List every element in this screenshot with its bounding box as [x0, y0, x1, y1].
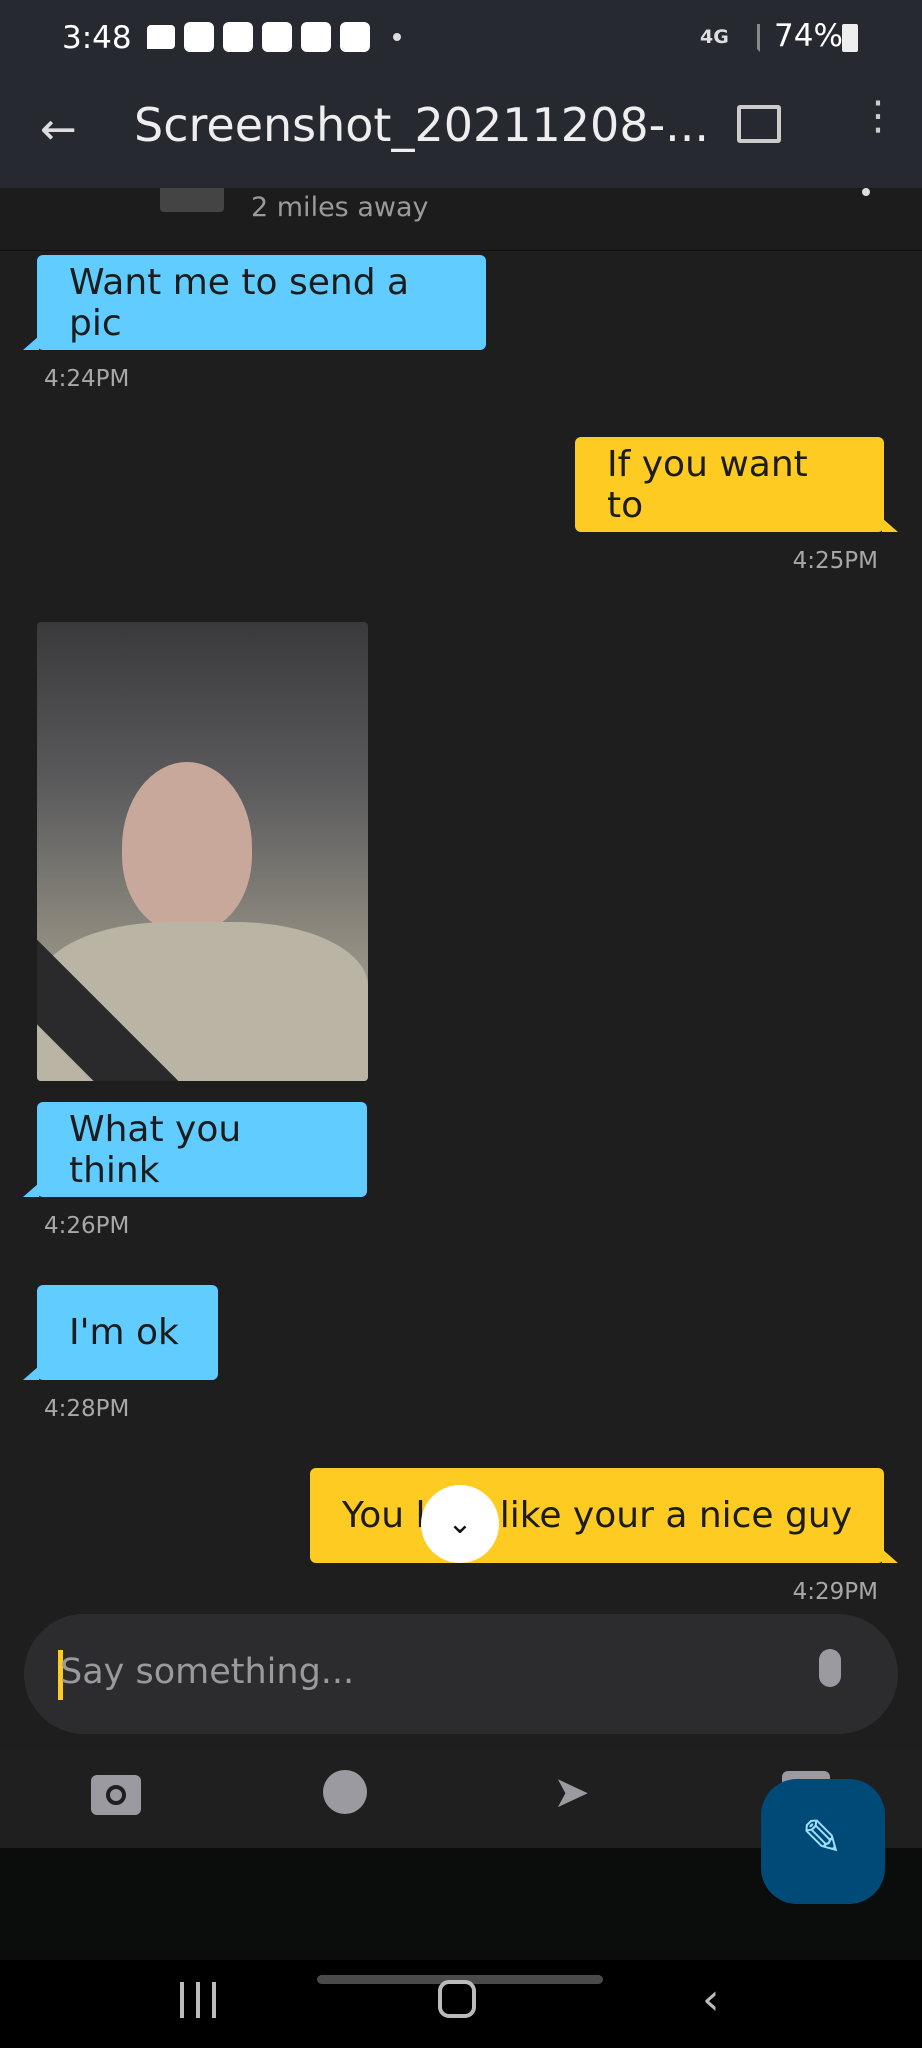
profile-menu-icon[interactable] [862, 188, 870, 196]
message-text: If you want to [607, 443, 808, 526]
recent-apps-icon[interactable] [180, 1982, 216, 2018]
compose-fab[interactable]: ✎ [761, 1779, 885, 1904]
message-bubble-incoming[interactable]: Want me to send a pic [23, 255, 486, 350]
profile-avatar[interactable] [160, 188, 224, 212]
message-text: like your a nice guy [499, 1495, 852, 1536]
camera-icon[interactable] [91, 1775, 141, 1815]
location-send-icon[interactable]: ➤ [553, 1770, 603, 1816]
scroll-to-bottom-button[interactable]: ⌄ [421, 1485, 499, 1563]
navigation-bar: ‹ [0, 1960, 922, 2048]
status-time: 3:48 [62, 20, 132, 56]
app-notification-icon [184, 22, 214, 52]
message-bubble-incoming[interactable]: What you think [23, 1102, 367, 1197]
back-nav-icon[interactable]: ‹ [702, 1974, 720, 2025]
input-placeholder: Say something... [60, 1652, 355, 1692]
back-arrow-icon[interactable]: ← [40, 104, 77, 155]
file-title: Screenshot_20211208-... [134, 98, 710, 152]
more-notifications-dot [393, 33, 402, 41]
home-icon[interactable] [438, 1980, 476, 2018]
message-text: I'm ok [69, 1312, 179, 1353]
app-notification-icon [340, 22, 370, 52]
more-options-icon[interactable]: ⋮ [858, 96, 898, 136]
message-bubble-incoming[interactable]: I'm ok [23, 1285, 218, 1380]
message-time: 4:24PM [44, 366, 130, 392]
battery-percent: 74% [774, 18, 843, 54]
profile-distance: 2 miles away [251, 192, 429, 223]
app-notification-icon [262, 22, 292, 52]
app-notification-icon [223, 22, 253, 52]
message-time: 4:25PM [792, 548, 878, 574]
signal-icon [738, 24, 760, 52]
chat-profile-header: 2 miles away [0, 188, 922, 251]
photo-face [122, 762, 252, 932]
emoji-icon[interactable] [323, 1770, 367, 1814]
comment-icon[interactable] [737, 105, 781, 143]
app-bar: ← Screenshot_20211208-... ⋮ [0, 90, 922, 188]
status-bar: 3:48 4G 74% [0, 0, 922, 90]
network-type: 4G [700, 26, 729, 48]
message-input[interactable]: Say something... [24, 1614, 898, 1734]
message-text: What you think [69, 1108, 242, 1191]
message-notification-icon [147, 25, 175, 49]
chevron-down-icon: ⌄ [447, 1506, 473, 1541]
news-notification-icon [301, 22, 331, 52]
message-time: 4:26PM [44, 1213, 130, 1239]
message-bubble-outgoing[interactable]: You l like your a nice guy [310, 1468, 898, 1563]
notification-icons [138, 22, 402, 52]
pencil-icon: ✎ [801, 1809, 843, 1867]
battery-icon [842, 24, 858, 52]
message-bubble-outgoing[interactable]: If you want to [575, 437, 898, 532]
message-time: 4:28PM [44, 1396, 130, 1422]
message-text: You l [342, 1495, 426, 1536]
microphone-icon[interactable] [819, 1649, 841, 1687]
message-time: 4:29PM [792, 1579, 878, 1605]
photo-message[interactable] [37, 622, 368, 1081]
message-text: Want me to send a pic [69, 261, 410, 344]
